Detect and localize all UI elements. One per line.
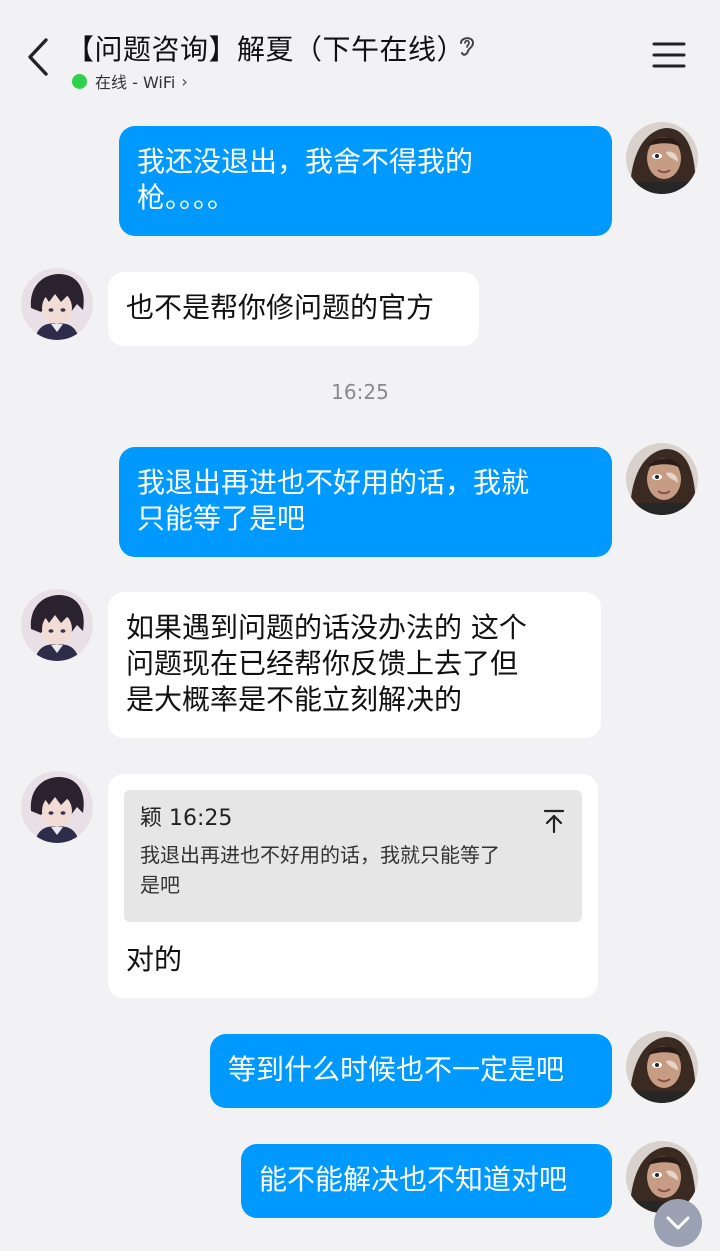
contact-avatar[interactable] bbox=[21, 589, 93, 661]
chat-title[interactable]: 【问题咨询】解夏（下午在线） bbox=[66, 28, 465, 68]
message-bubble-incoming-reply[interactable]: 颖 16:25 我退出再进也不好用的话，我就只能等了 是吧 对的 bbox=[108, 774, 598, 998]
quote-text: 我退出再进也不好用的话，我就只能等了 是吧 bbox=[140, 843, 500, 897]
message-bubble-outgoing[interactable]: 我还没退出，我舍不得我的 枪。。。。 bbox=[119, 126, 612, 236]
contact-avatar[interactable] bbox=[21, 771, 93, 843]
online-dot-icon bbox=[72, 73, 87, 89]
back-chevron-icon[interactable] bbox=[22, 36, 54, 78]
chat-header: 【问题咨询】解夏（下午在线） 在线 - WiFi › bbox=[0, 0, 720, 100]
message-bubble-outgoing[interactable]: 能不能解决也不知道对吧 bbox=[241, 1144, 612, 1218]
chevron-down-icon bbox=[666, 1216, 690, 1230]
reply-text: 对的 bbox=[126, 943, 183, 976]
contact-avatar[interactable] bbox=[21, 268, 93, 340]
scroll-to-bottom-button[interactable] bbox=[654, 1199, 702, 1247]
timestamp-divider: 16:25 bbox=[331, 380, 389, 404]
quote-sender: 颖 bbox=[140, 806, 163, 831]
connection-status[interactable]: 在线 - WiFi › bbox=[72, 70, 188, 92]
my-avatar[interactable] bbox=[626, 122, 698, 194]
message-bubble-outgoing[interactable]: 等到什么时候也不一定是吧 bbox=[210, 1034, 612, 1108]
ear-icon[interactable] bbox=[456, 33, 478, 59]
my-avatar[interactable] bbox=[626, 443, 698, 515]
status-text: 在线 - WiFi bbox=[95, 73, 176, 92]
message-bubble-outgoing[interactable]: 我退出再进也不好用的话，我就 只能等了是吧 bbox=[119, 447, 612, 557]
my-avatar[interactable] bbox=[626, 1031, 698, 1103]
message-bubble-incoming[interactable]: 如果遇到问题的话没办法的 这个 问题现在已经帮你反馈上去了但 是大概率是不能立刻… bbox=[108, 592, 601, 738]
jump-to-original-icon[interactable] bbox=[542, 808, 566, 834]
menu-icon[interactable] bbox=[652, 40, 686, 70]
quoted-message[interactable]: 颖 16:25 我退出再进也不好用的话，我就只能等了 是吧 bbox=[124, 790, 582, 922]
status-chevron: › bbox=[181, 71, 188, 91]
quote-header: 颖 16:25 bbox=[140, 804, 566, 834]
message-bubble-incoming[interactable]: 也不是帮你修问题的官方 bbox=[108, 272, 479, 346]
quote-time: 16:25 bbox=[169, 806, 233, 831]
